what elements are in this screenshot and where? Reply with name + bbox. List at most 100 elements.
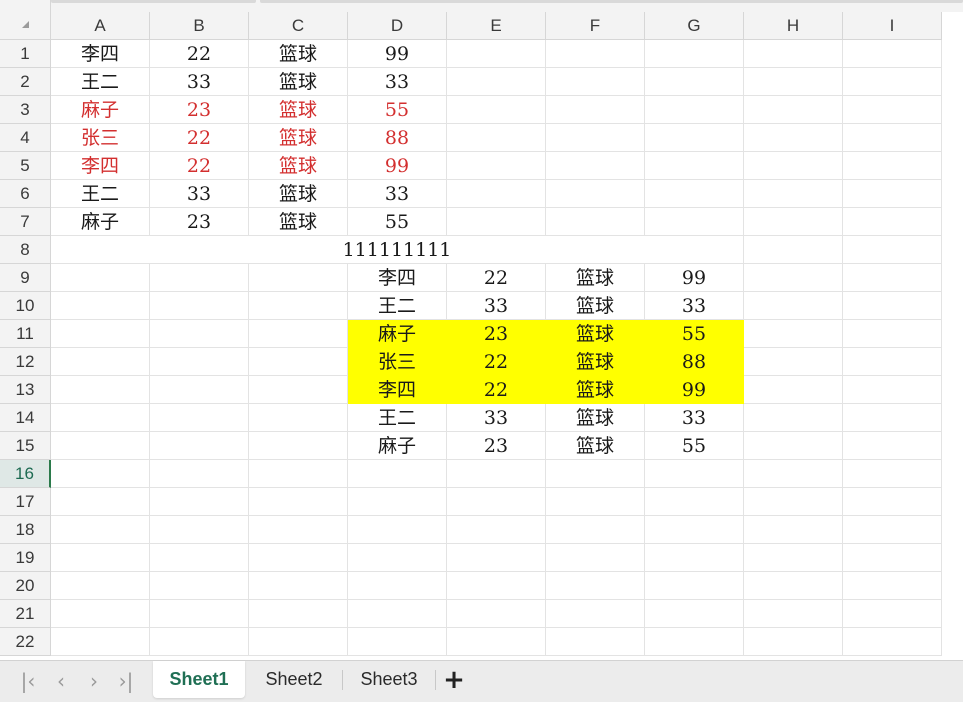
cell-e1[interactable] bbox=[447, 40, 546, 68]
cell-c21[interactable] bbox=[249, 600, 348, 628]
cell-a2[interactable]: 王二 bbox=[51, 68, 150, 96]
cell-d16[interactable] bbox=[348, 460, 447, 488]
cell-c4[interactable]: 篮球 bbox=[249, 124, 348, 152]
cell-h16[interactable] bbox=[744, 460, 843, 488]
cell-i13[interactable] bbox=[843, 376, 942, 404]
cell-a6[interactable]: 王二 bbox=[51, 180, 150, 208]
cell-a17[interactable] bbox=[51, 488, 150, 516]
cell-b9[interactable] bbox=[150, 264, 249, 292]
cell-d7[interactable]: 55 bbox=[348, 208, 447, 236]
cell-f2[interactable] bbox=[546, 68, 645, 96]
spreadsheet-grid[interactable]: ABCDEFGHI 1 2 3 4 5 6 7 8 9 10 11 12 13 14 15 16 17 18 19 2… bbox=[0, 0, 963, 660]
cell-c5[interactable]: 篮球 bbox=[249, 152, 348, 180]
column-header-f[interactable]: F bbox=[546, 12, 645, 40]
cell-d9[interactable]: 李四 bbox=[348, 264, 447, 292]
row-header-11[interactable]: 11 bbox=[0, 320, 51, 348]
cell-e2[interactable] bbox=[447, 68, 546, 96]
cell-a8[interactable]: 111111111 bbox=[51, 236, 744, 264]
cell-e17[interactable] bbox=[447, 488, 546, 516]
cell-b17[interactable] bbox=[150, 488, 249, 516]
cell-a16[interactable] bbox=[51, 460, 150, 488]
cell-d4[interactable]: 88 bbox=[348, 124, 447, 152]
row-header-22[interactable]: 22 bbox=[0, 628, 51, 656]
cell-f6[interactable] bbox=[546, 180, 645, 208]
cell-b19[interactable] bbox=[150, 544, 249, 572]
cell-e6[interactable] bbox=[447, 180, 546, 208]
cell-i22[interactable] bbox=[843, 628, 942, 656]
cell-f1[interactable] bbox=[546, 40, 645, 68]
cell-c11[interactable] bbox=[249, 320, 348, 348]
cell-a5[interactable]: 李四 bbox=[51, 152, 150, 180]
cell-i9[interactable] bbox=[843, 264, 942, 292]
cell-d5[interactable]: 99 bbox=[348, 152, 447, 180]
cell-f7[interactable] bbox=[546, 208, 645, 236]
cell-g4[interactable] bbox=[645, 124, 744, 152]
cell-e7[interactable] bbox=[447, 208, 546, 236]
cell-d1[interactable]: 99 bbox=[348, 40, 447, 68]
row-header-10[interactable]: 10 bbox=[0, 292, 51, 320]
cell-h5[interactable] bbox=[744, 152, 843, 180]
cell-h6[interactable] bbox=[744, 180, 843, 208]
cell-f5[interactable] bbox=[546, 152, 645, 180]
cell-d14[interactable]: 王二 bbox=[348, 404, 447, 432]
row-header-13[interactable]: 13 bbox=[0, 376, 51, 404]
cell-a7[interactable]: 麻子 bbox=[51, 208, 150, 236]
cell-c13[interactable] bbox=[249, 376, 348, 404]
cell-f13[interactable]: 篮球 bbox=[546, 376, 645, 404]
cell-g17[interactable] bbox=[645, 488, 744, 516]
column-header-h[interactable]: H bbox=[744, 12, 843, 40]
row-header-16[interactable]: 16 bbox=[0, 460, 51, 488]
cell-h13[interactable] bbox=[744, 376, 843, 404]
cell-e21[interactable] bbox=[447, 600, 546, 628]
cell-b21[interactable] bbox=[150, 600, 249, 628]
cell-f19[interactable] bbox=[546, 544, 645, 572]
cell-e5[interactable] bbox=[447, 152, 546, 180]
cell-e13[interactable]: 22 bbox=[447, 376, 546, 404]
row-header-5[interactable]: 5 bbox=[0, 152, 51, 180]
cell-e16[interactable] bbox=[447, 460, 546, 488]
cell-d11[interactable]: 麻子 bbox=[348, 320, 447, 348]
sheet-tab-sheet2[interactable]: Sheet2 bbox=[250, 661, 338, 698]
cell-d19[interactable] bbox=[348, 544, 447, 572]
cell-b7[interactable]: 23 bbox=[150, 208, 249, 236]
column-header-g[interactable]: G bbox=[645, 12, 744, 40]
cell-a1[interactable]: 李四 bbox=[51, 40, 150, 68]
cell-i10[interactable] bbox=[843, 292, 942, 320]
cell-c3[interactable]: 篮球 bbox=[249, 96, 348, 124]
cell-d13[interactable]: 李四 bbox=[348, 376, 447, 404]
row-header-20[interactable]: 20 bbox=[0, 572, 51, 600]
row-header-21[interactable]: 21 bbox=[0, 600, 51, 628]
cell-d22[interactable] bbox=[348, 628, 447, 656]
cell-e4[interactable] bbox=[447, 124, 546, 152]
cell-i8[interactable] bbox=[843, 236, 942, 264]
cell-c12[interactable] bbox=[249, 348, 348, 376]
cell-h3[interactable] bbox=[744, 96, 843, 124]
cell-a13[interactable] bbox=[51, 376, 150, 404]
cell-g14[interactable]: 33 bbox=[645, 404, 744, 432]
row-header-8[interactable]: 8 bbox=[0, 236, 51, 264]
row-header-17[interactable]: 17 bbox=[0, 488, 51, 516]
cell-b14[interactable] bbox=[150, 404, 249, 432]
row-header-12[interactable]: 12 bbox=[0, 348, 51, 376]
cell-h4[interactable] bbox=[744, 124, 843, 152]
cell-b5[interactable]: 22 bbox=[150, 152, 249, 180]
cell-b15[interactable] bbox=[150, 432, 249, 460]
cell-f4[interactable] bbox=[546, 124, 645, 152]
cell-i1[interactable] bbox=[843, 40, 942, 68]
column-header-e[interactable]: E bbox=[447, 12, 546, 40]
cell-e15[interactable]: 23 bbox=[447, 432, 546, 460]
cell-c10[interactable] bbox=[249, 292, 348, 320]
cell-c15[interactable] bbox=[249, 432, 348, 460]
cell-b16[interactable] bbox=[150, 460, 249, 488]
row-header-18[interactable]: 18 bbox=[0, 516, 51, 544]
cell-f17[interactable] bbox=[546, 488, 645, 516]
cell-h10[interactable] bbox=[744, 292, 843, 320]
cell-g16[interactable] bbox=[645, 460, 744, 488]
cell-h15[interactable] bbox=[744, 432, 843, 460]
cell-i15[interactable] bbox=[843, 432, 942, 460]
cell-c17[interactable] bbox=[249, 488, 348, 516]
cell-i6[interactable] bbox=[843, 180, 942, 208]
cell-d3[interactable]: 55 bbox=[348, 96, 447, 124]
cell-i19[interactable] bbox=[843, 544, 942, 572]
column-header-a[interactable]: A bbox=[51, 12, 150, 40]
